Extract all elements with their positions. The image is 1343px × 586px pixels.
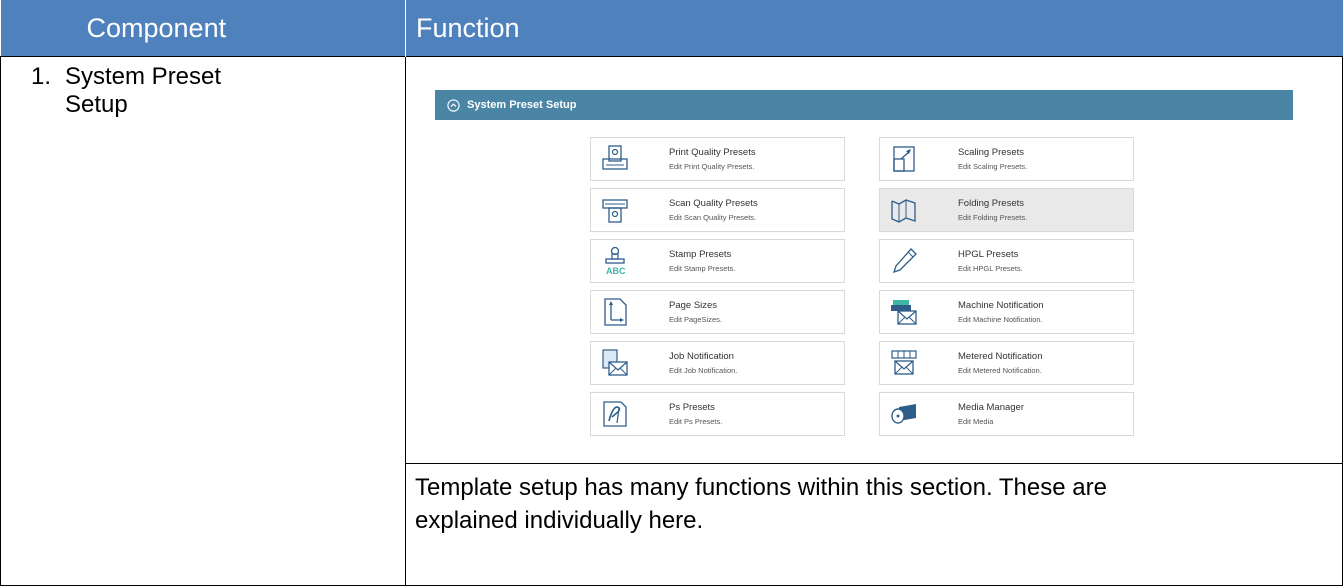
card-subtitle: Edit Scaling Presets. bbox=[958, 162, 1028, 171]
card-title: Print Quality Presets bbox=[669, 147, 756, 158]
description-line2: explained individually here. bbox=[415, 507, 704, 534]
card-subtitle: Edit HPGL Presets. bbox=[958, 264, 1023, 273]
card-page-sizes[interactable]: Page Sizes Edit PageSizes. bbox=[590, 290, 845, 334]
card-subtitle: Edit Folding Presets. bbox=[958, 213, 1028, 222]
card-subtitle: Edit Job Notification. bbox=[669, 366, 738, 375]
card-media-manager[interactable]: Media Manager Edit Media bbox=[879, 392, 1134, 436]
card-scaling-presets[interactable]: Scaling Presets Edit Scaling Presets. bbox=[879, 137, 1134, 181]
card-subtitle: Edit Media bbox=[958, 417, 994, 426]
folding-icon bbox=[891, 199, 916, 223]
component-name-line2: Setup bbox=[65, 91, 128, 118]
component-cell: 1. System Preset Setup bbox=[0, 56, 406, 586]
card-hpgl-presets[interactable]: HPGL Presets Edit HPGL Presets. bbox=[879, 239, 1134, 283]
component-name-line1: System Preset bbox=[65, 63, 222, 90]
svg-text:ABC: ABC bbox=[606, 266, 626, 276]
card-title: Job Notification bbox=[669, 351, 734, 362]
card-subtitle: Edit Metered Notification. bbox=[958, 366, 1042, 375]
card-scan-quality-presets[interactable]: Scan Quality Presets Edit Scan Quality P… bbox=[590, 188, 845, 232]
card-metered-notification[interactable]: Metered Notification Edit Metered Notifi… bbox=[879, 341, 1134, 385]
print-quality-icon bbox=[602, 145, 628, 170]
card-title: Ps Presets bbox=[669, 402, 715, 413]
card-title: Media Manager bbox=[958, 402, 1025, 413]
ps-presets-icon bbox=[603, 401, 627, 427]
list-number: 1. bbox=[31, 63, 52, 90]
description-line1: Template setup has many functions within… bbox=[415, 474, 1107, 501]
job-notification-icon bbox=[602, 349, 628, 376]
screenshot-cell: System Preset Setup Print Quality Preset… bbox=[405, 56, 1343, 464]
card-title: Metered Notification bbox=[958, 351, 1043, 362]
stamp-icon: ABC bbox=[605, 246, 626, 276]
card-subtitle: Edit PageSizes. bbox=[669, 315, 722, 324]
scaling-icon bbox=[893, 146, 915, 172]
description-cell: Template setup has many functions within… bbox=[405, 463, 1343, 586]
card-stamp-presets[interactable]: ABC Stamp Presets Edit Stamp Presets. bbox=[590, 239, 845, 283]
card-print-quality-presets[interactable]: Print Quality Presets Edit Print Quality… bbox=[590, 137, 845, 181]
header-function: Function bbox=[405, 0, 1343, 57]
card-title: Machine Notification bbox=[958, 300, 1044, 311]
card-title: Scaling Presets bbox=[958, 147, 1025, 158]
table-row: 1. System Preset Setup System Preset Set… bbox=[0, 56, 1343, 586]
system-preset-setup-panel: System Preset Setup Print Quality Preset… bbox=[435, 90, 1293, 442]
collapse-chevron-icon[interactable] bbox=[447, 98, 460, 112]
metered-notification-icon bbox=[891, 350, 917, 375]
card-subtitle: Edit Stamp Presets. bbox=[669, 264, 736, 273]
card-subtitle: Edit Print Quality Presets. bbox=[669, 162, 755, 171]
card-subtitle: Edit Scan Quality Presets. bbox=[669, 213, 757, 222]
card-ps-presets[interactable]: Ps Presets Edit Ps Presets. bbox=[590, 392, 845, 436]
card-machine-notification[interactable]: Machine Notification Edit Machine Notifi… bbox=[879, 290, 1134, 334]
panel-header[interactable]: System Preset Setup bbox=[435, 90, 1293, 120]
card-title: Page Sizes bbox=[669, 300, 718, 311]
card-folding-presets[interactable]: Folding Presets Edit Folding Presets. bbox=[879, 188, 1134, 232]
machine-notification-icon bbox=[891, 300, 917, 325]
scan-quality-icon bbox=[602, 199, 628, 223]
card-title: Folding Presets bbox=[958, 198, 1025, 209]
component-list-item: 1. System Preset Setup bbox=[1, 57, 405, 119]
card-title: Stamp Presets bbox=[669, 249, 732, 260]
card-subtitle: Edit Machine Notification. bbox=[958, 315, 1043, 324]
card-subtitle: Edit Ps Presets. bbox=[669, 417, 723, 426]
page-size-icon bbox=[604, 298, 627, 326]
component-function-table: Component Function 1. System Preset Setu… bbox=[0, 0, 1343, 586]
card-title: Scan Quality Presets bbox=[669, 198, 758, 209]
panel-title: System Preset Setup bbox=[467, 99, 577, 111]
card-job-notification[interactable]: Job Notification Edit Job Notification. bbox=[590, 341, 845, 385]
card-title: HPGL Presets bbox=[958, 249, 1019, 260]
media-manager-icon bbox=[891, 404, 916, 424]
header-component: Component bbox=[0, 0, 406, 57]
table-header-row: Component Function bbox=[0, 0, 1343, 57]
hpgl-pen-icon bbox=[892, 248, 917, 274]
